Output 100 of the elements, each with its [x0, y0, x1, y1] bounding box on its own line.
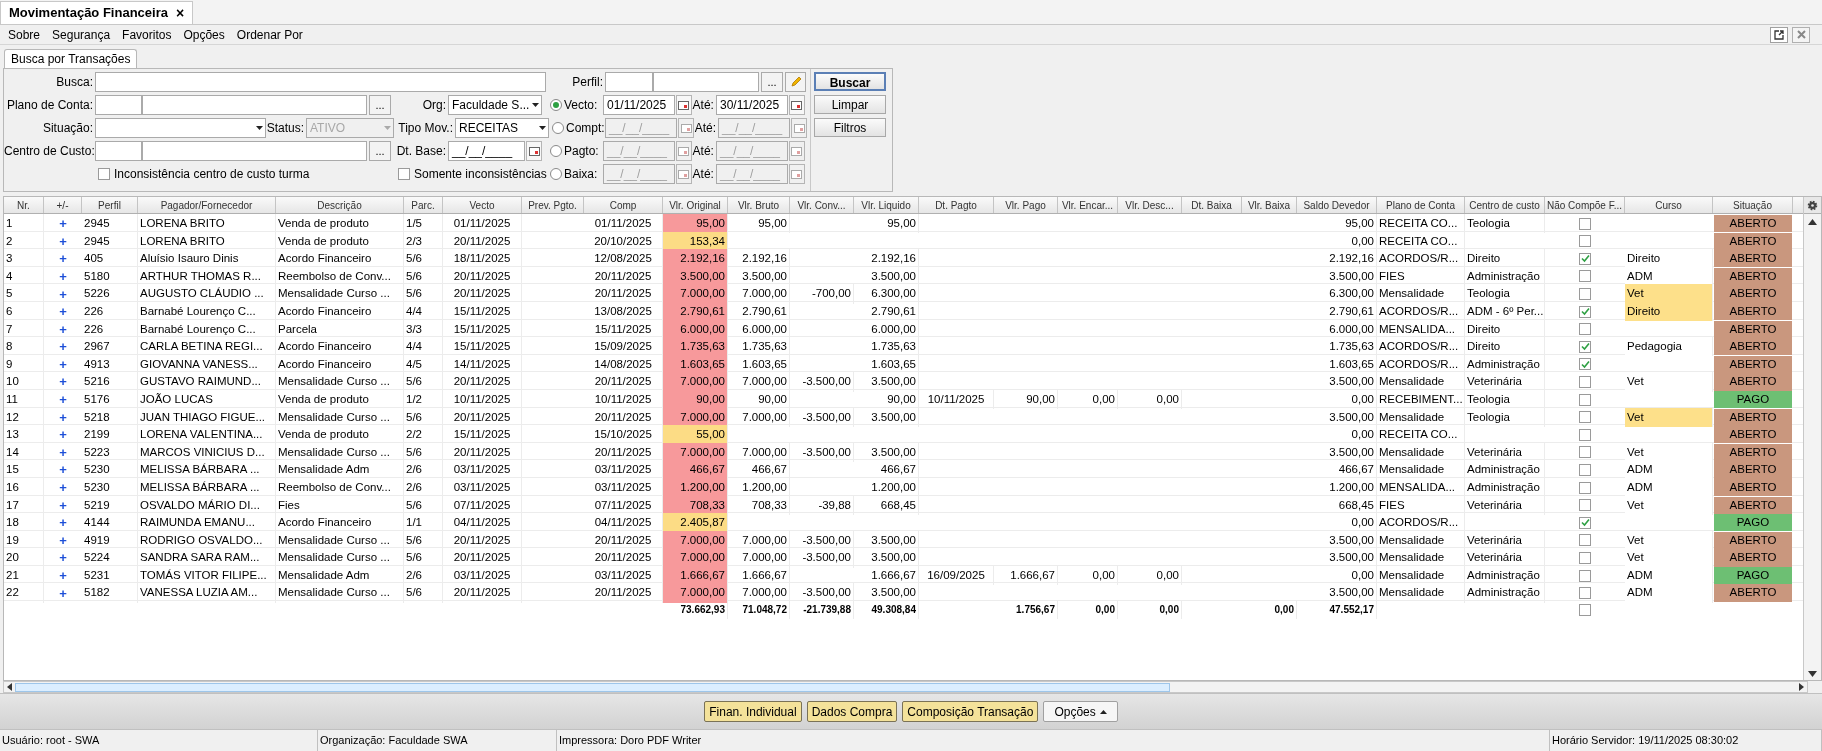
column-header[interactable]: Centro de custo	[1465, 197, 1545, 213]
expand-button[interactable]: +	[59, 269, 67, 283]
column-header[interactable]: Vlr. Pago	[994, 197, 1058, 213]
settings-button[interactable]	[1804, 197, 1821, 214]
expand-button[interactable]: +	[59, 375, 67, 389]
dropdown[interactable]	[95, 118, 266, 138]
expand-button[interactable]: +	[59, 393, 67, 407]
expand-button[interactable]: +	[59, 481, 67, 495]
column-header[interactable]: Vlr. Bruto	[728, 197, 790, 213]
checkbox[interactable]	[1579, 235, 1591, 248]
radio-button[interactable]	[549, 168, 562, 180]
action-button[interactable]: Dados Compra	[806, 701, 898, 722]
checkbox[interactable]	[1579, 428, 1591, 441]
expand-button[interactable]: +	[59, 234, 67, 248]
column-header[interactable]: Não Compõe F...	[1545, 197, 1625, 213]
checkbox[interactable]	[1579, 411, 1591, 424]
checkbox[interactable]	[1579, 463, 1591, 476]
checkbox[interactable]	[1579, 587, 1591, 600]
column-header[interactable]: Vlr. Original	[663, 197, 728, 213]
column-header[interactable]: Pagador/Fornecedor	[138, 197, 276, 213]
checkbox[interactable]	[1579, 375, 1591, 388]
tab[interactable]: Busca por Transações	[4, 49, 138, 68]
input-field[interactable]	[653, 72, 759, 92]
radio-button[interactable]	[549, 145, 562, 157]
column-header[interactable]: Parc.	[404, 197, 443, 213]
expand-button[interactable]: +	[59, 217, 67, 231]
menu-item[interactable]: Sobre	[8, 25, 41, 44]
menu-item[interactable]: Ordenar Por	[236, 25, 303, 44]
input-field[interactable]	[605, 72, 653, 92]
menu-item[interactable]: Opções	[183, 25, 225, 44]
input-field[interactable]: __/__/____	[448, 141, 525, 161]
input-field[interactable]	[142, 95, 367, 115]
checkbox[interactable]	[1579, 288, 1591, 300]
form-button[interactable]: Limpar	[814, 95, 886, 114]
browse-button[interactable]: ...	[369, 141, 391, 161]
column-header[interactable]: Vecto	[443, 197, 522, 213]
column-header[interactable]: Nr.	[4, 197, 44, 213]
options-button[interactable]: Opções	[1043, 701, 1118, 722]
column-header[interactable]: Vlr. Liquido	[854, 197, 919, 213]
column-header[interactable]: Comp	[584, 197, 663, 213]
horizontal-scrollbar[interactable]	[3, 681, 1808, 693]
checkbox[interactable]	[1579, 516, 1591, 529]
window-tab[interactable]: Movimentação Financeira ×	[0, 1, 194, 24]
expand-button[interactable]: +	[59, 322, 67, 336]
expand-button[interactable]: +	[59, 340, 67, 354]
expand-button[interactable]: +	[59, 586, 67, 600]
expand-button[interactable]: +	[59, 410, 67, 424]
expand-button[interactable]: +	[59, 569, 67, 582]
checkbox[interactable]	[1579, 217, 1591, 230]
column-header[interactable]: Vlr. Conv...	[790, 197, 854, 213]
input-field[interactable]	[95, 72, 546, 92]
expand-button[interactable]: +	[59, 516, 67, 530]
calendar-button[interactable]	[526, 141, 542, 161]
input-field[interactable]: 30/11/2025	[715, 95, 788, 115]
edit-button[interactable]	[785, 72, 806, 92]
action-button[interactable]: Finan. Individual	[704, 701, 802, 722]
checkbox[interactable]	[1579, 323, 1591, 336]
column-header[interactable]: Vlr. Encar...	[1058, 197, 1118, 213]
column-header[interactable]: Prev. Pgto.	[522, 197, 584, 213]
input-field[interactable]	[142, 141, 367, 161]
form-button[interactable]: Filtros	[814, 118, 886, 137]
column-header[interactable]: Perfil	[82, 197, 138, 213]
checkbox[interactable]	[1579, 393, 1591, 406]
checkbox[interactable]	[1579, 603, 1591, 616]
checkbox[interactable]	[98, 168, 110, 180]
action-button[interactable]: Composição Transação	[902, 701, 1039, 722]
column-header[interactable]: Vlr. Desc...	[1118, 197, 1182, 213]
expand-button[interactable]: +	[59, 498, 67, 512]
expand-button[interactable]: +	[59, 357, 67, 371]
calendar-button[interactable]	[675, 95, 692, 115]
column-header[interactable]: Dt. Pagto	[919, 197, 994, 213]
checkbox[interactable]	[1579, 534, 1591, 547]
checkbox[interactable]	[1579, 551, 1591, 564]
column-header[interactable]: Curso	[1625, 197, 1713, 213]
calendar-button[interactable]	[788, 95, 805, 115]
column-header[interactable]: Dt. Baixa	[1182, 197, 1242, 213]
expand-button[interactable]: +	[59, 287, 67, 301]
checkbox[interactable]	[398, 168, 410, 180]
checkbox[interactable]	[1579, 481, 1591, 494]
column-header[interactable]: Saldo Devedor	[1297, 197, 1377, 213]
dropdown[interactable]: Faculdade S...	[448, 95, 542, 115]
checkbox[interactable]	[1579, 270, 1591, 283]
checkbox[interactable]	[1579, 446, 1591, 459]
form-button[interactable]: Buscar	[814, 72, 886, 91]
expand-button[interactable]: +	[59, 252, 67, 266]
checkbox[interactable]	[1579, 252, 1591, 265]
expand-button[interactable]: +	[59, 533, 67, 547]
menu-item[interactable]: Segurança	[52, 25, 111, 44]
expand-button[interactable]: +	[59, 463, 67, 477]
input-field[interactable]	[95, 141, 142, 161]
column-header[interactable]: Plano de Conta	[1377, 197, 1465, 213]
expand-button[interactable]: +	[59, 445, 67, 459]
input-field[interactable]: 01/11/2025	[602, 95, 675, 115]
browse-button[interactable]: ...	[761, 72, 783, 92]
close-button[interactable]: ×	[175, 6, 185, 20]
column-header[interactable]: Situação	[1713, 197, 1793, 213]
popout-button[interactable]	[1770, 26, 1788, 43]
radio-button[interactable]	[552, 122, 564, 134]
checkbox[interactable]	[1579, 358, 1591, 371]
checkbox[interactable]	[1579, 569, 1591, 582]
